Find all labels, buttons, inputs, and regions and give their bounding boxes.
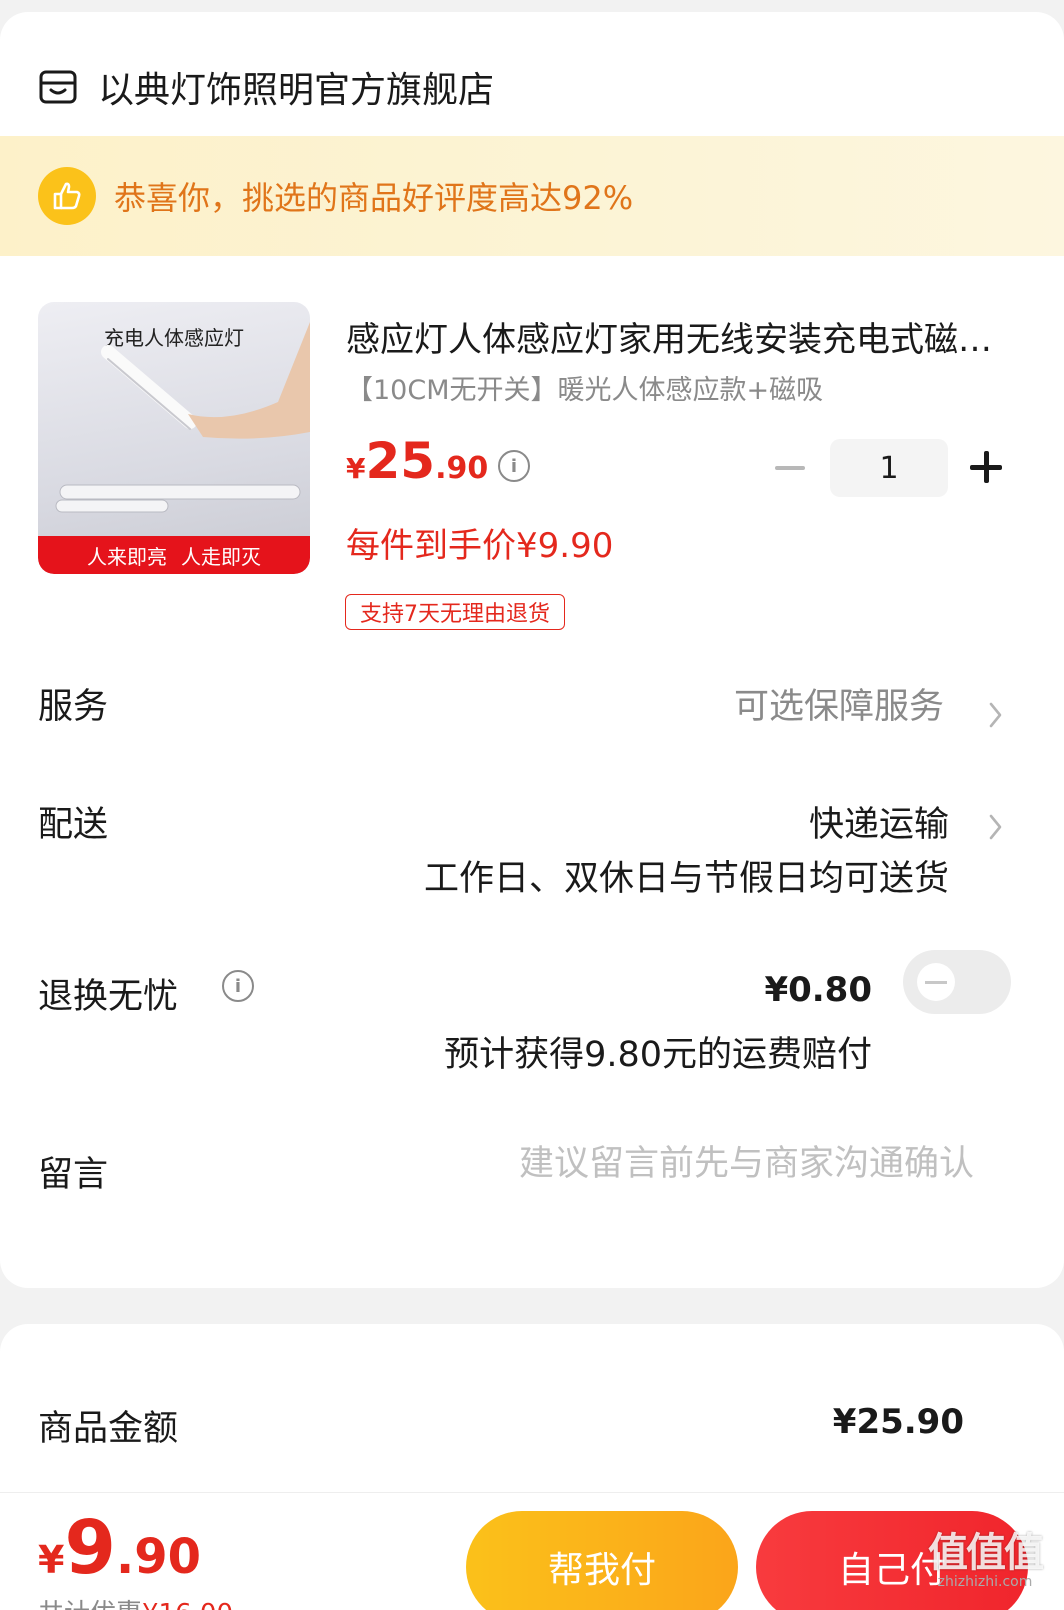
- amount-label: 商品金额: [38, 1409, 179, 1449]
- watermark-logo: 值值值: [928, 1530, 1044, 1576]
- discount-value: ¥16.00: [142, 1599, 233, 1610]
- quantity-value[interactable]: 1: [830, 439, 948, 497]
- quantity-stepper: 1: [772, 438, 1006, 498]
- service-label: 服务: [38, 687, 109, 727]
- delivery-subtext: 工作日、双休日与节假日均可送货: [423, 859, 949, 899]
- return-subtext: 预计获得9.80元的运费赔付: [444, 1035, 872, 1075]
- total-currency: ¥: [38, 1538, 65, 1582]
- return-toggle[interactable]: [903, 950, 1011, 1014]
- total-discount: 共计优惠¥16.00: [38, 1593, 233, 1610]
- thumbs-up-icon: [38, 167, 96, 225]
- shop-icon: [38, 67, 78, 107]
- product-image-banner-left: 人来即亮: [87, 544, 167, 569]
- product-image-illustration: [55, 322, 310, 513]
- price-decimal: .90: [435, 451, 489, 486]
- delivery-value[interactable]: 快递运输: [809, 796, 949, 847]
- service-chevron-icon[interactable]: [986, 700, 1006, 730]
- return-fee-value: ¥0.80: [764, 970, 872, 1010]
- rating-banner: 恭喜你，挑选的商品好评度高达92%: [0, 136, 1064, 256]
- discount-label: 共计优惠: [38, 1599, 142, 1610]
- bottom-bar: ¥ 9 .90 共计优惠¥16.00 帮我付 自己付: [0, 1492, 1064, 1610]
- delivery-chevron-icon[interactable]: [986, 812, 1006, 842]
- message-input[interactable]: [360, 1138, 974, 1190]
- minus-icon: [775, 466, 805, 470]
- rating-banner-text: 恭喜你，挑选的商品好评度高达92%: [114, 179, 634, 217]
- delivery-label: 配送: [38, 805, 109, 845]
- decrease-button[interactable]: [772, 438, 808, 498]
- increase-button[interactable]: [970, 450, 1006, 486]
- service-value[interactable]: 可选保障服务: [734, 678, 944, 729]
- return-policy-tag: 支持7天无理由退货: [345, 594, 565, 630]
- return-info-icon[interactable]: i: [222, 970, 254, 1002]
- help-pay-button[interactable]: 帮我付: [466, 1511, 738, 1610]
- final-unit-price: 每件到手价¥9.90: [346, 526, 614, 566]
- order-card: 以典灯饰照明官方旗舰店 恭喜你，挑选的商品好评度高达92% 充电人体感应灯 人来…: [0, 12, 1064, 1288]
- message-label: 留言: [38, 1155, 109, 1195]
- product-price: ¥ 25 .90: [346, 432, 488, 490]
- site-watermark: 值值值 zhizhizhi.com: [910, 1520, 1060, 1610]
- shop-name: 以典灯饰照明官方旗舰店: [98, 70, 495, 111]
- return-label: 退换无忧: [38, 977, 179, 1017]
- product-image-banner: 人来即亮 人走即灭: [38, 536, 310, 574]
- product-image-banner-right: 人走即灭: [181, 544, 261, 569]
- amount-value: ¥25.90: [832, 1402, 964, 1442]
- product-image[interactable]: 充电人体感应灯 人来即亮 人走即灭: [38, 302, 310, 574]
- price-integer: 25: [365, 432, 436, 490]
- toggle-off-icon: [925, 980, 947, 984]
- toggle-knob: [917, 963, 955, 1001]
- product-title[interactable]: 感应灯人体感应灯家用无线安装充电式磁吸灯条: [346, 312, 1006, 361]
- shop-row[interactable]: 以典灯饰照明官方旗舰店: [38, 52, 494, 122]
- price-currency: ¥: [346, 452, 366, 485]
- total-decimal: .90: [115, 1529, 201, 1585]
- product-sku[interactable]: 【10CM无开关】暖光人体感应款+磁吸: [346, 368, 823, 407]
- price-info-icon[interactable]: i: [498, 450, 530, 482]
- total-integer: 9: [64, 1505, 116, 1591]
- total-price: ¥ 9 .90: [38, 1505, 201, 1591]
